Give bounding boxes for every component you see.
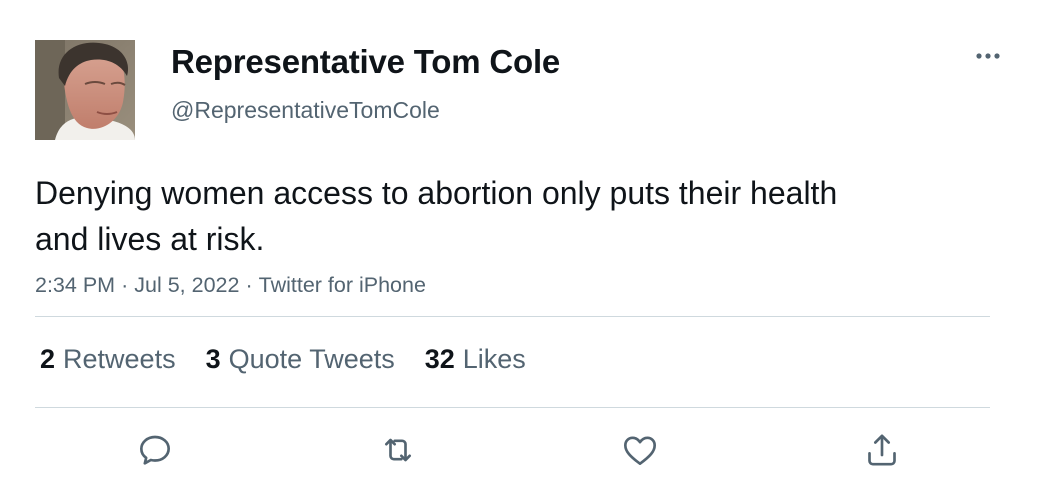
user-handle[interactable]: @RepresentativeTomCole [171, 95, 440, 125]
tweet-text: Denying women access to abortion only pu… [35, 175, 838, 257]
reply-icon [140, 435, 170, 465]
retweet-button[interactable] [376, 428, 420, 472]
tweet-card: Representative Tom Cole @RepresentativeT… [0, 0, 1050, 480]
like-button[interactable] [618, 428, 662, 472]
tweet-stats: 2 Retweets 3 Quote Tweets 32 Likes [40, 340, 526, 378]
divider [35, 316, 990, 317]
tweet-date[interactable]: Jul 5, 2022 [134, 273, 239, 297]
avatar-photo [35, 40, 135, 140]
divider [35, 407, 990, 408]
tweet-meta: 2:34 PM · Jul 5, 2022 · Twitter for iPhone [35, 270, 426, 300]
retweets-count: 2 [40, 344, 56, 374]
meta-separator: · [245, 273, 253, 297]
quote-tweets-stat[interactable]: 3 Quote Tweets [206, 340, 395, 378]
tweet-time[interactable]: 2:34 PM [35, 273, 115, 297]
reply-button[interactable] [133, 428, 177, 472]
meta-separator: · [121, 273, 129, 297]
more-options-icon[interactable] [970, 40, 1006, 72]
retweets-label: Retweets [63, 344, 176, 374]
quote-tweets-label: Quote Tweets [228, 344, 395, 374]
display-name[interactable]: Representative Tom Cole [171, 42, 560, 82]
share-button[interactable] [860, 428, 904, 472]
share-icon [868, 434, 896, 466]
retweet-icon [385, 438, 411, 462]
likes-stat[interactable]: 32 Likes [425, 340, 526, 378]
retweets-stat[interactable]: 2 Retweets [40, 340, 176, 378]
likes-label: Likes [462, 344, 526, 374]
avatar[interactable] [35, 40, 135, 140]
tweet-source[interactable]: Twitter for iPhone [259, 273, 426, 297]
quote-tweets-count: 3 [205, 344, 221, 374]
likes-count: 32 [424, 344, 455, 374]
like-icon [624, 436, 656, 465]
